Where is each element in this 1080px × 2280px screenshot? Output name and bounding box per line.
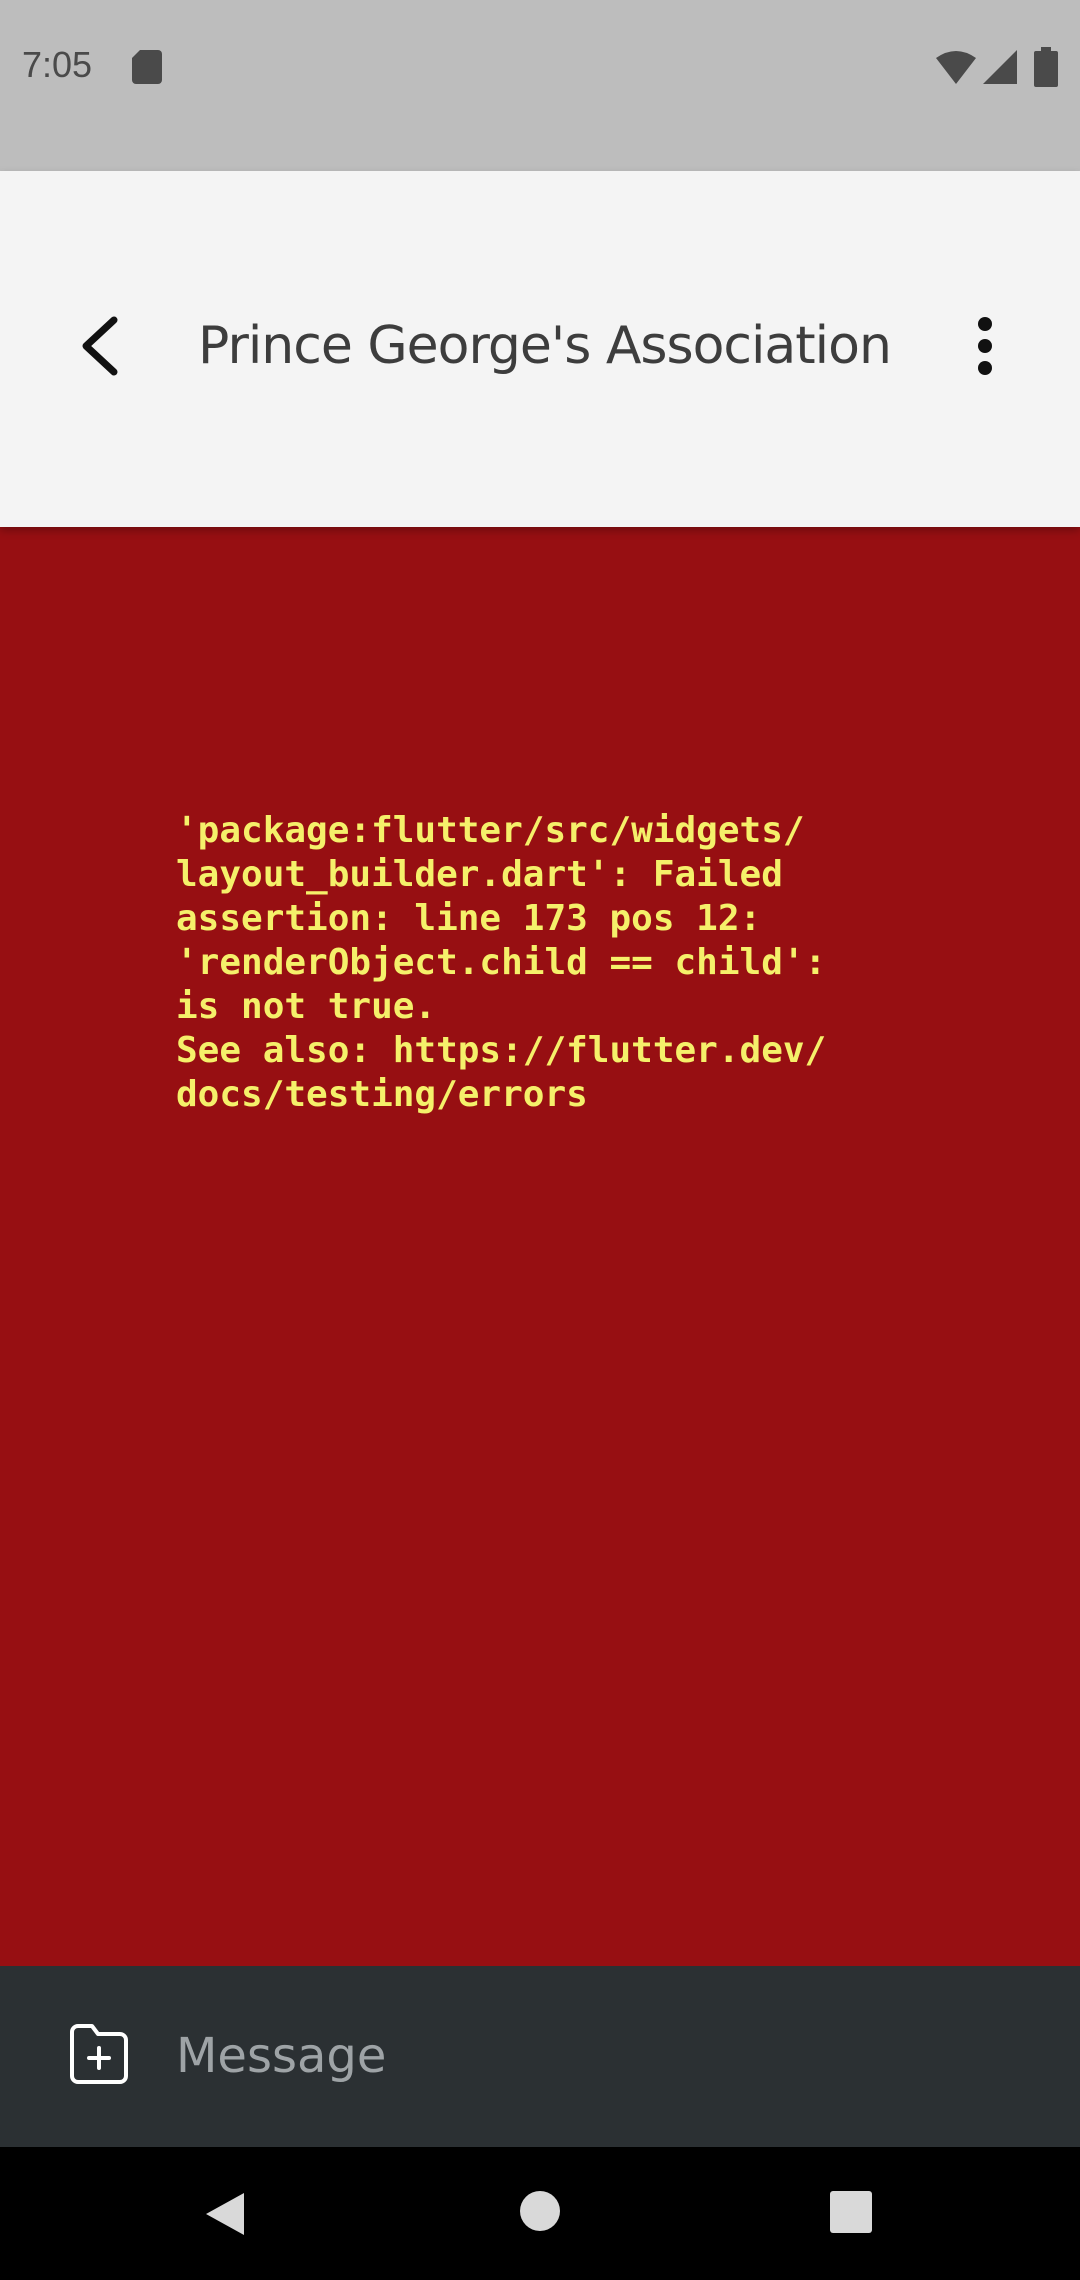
nav-recents-icon[interactable] <box>828 2189 874 2235</box>
system-nav-bar <box>0 2147 1080 2280</box>
back-button[interactable] <box>58 306 138 386</box>
add-file-icon[interactable] <box>64 2020 134 2090</box>
message-input[interactable] <box>176 2006 1036 2106</box>
error-screen: 'package:flutter/src/widgets/ layout_bui… <box>0 527 1080 1967</box>
more-vert-icon <box>978 317 992 375</box>
error-message: 'package:flutter/src/widgets/ layout_bui… <box>176 810 827 1115</box>
chevron-left-icon <box>82 316 118 376</box>
app-bar: Prince George's Association <box>0 171 1080 527</box>
nav-back-icon[interactable] <box>200 2189 250 2239</box>
signal-icon <box>983 50 1017 84</box>
status-time: 7:05 <box>22 44 93 85</box>
sd-card-icon <box>132 50 162 84</box>
nav-home-icon[interactable] <box>518 2189 562 2233</box>
status-bar: 7:05 <box>0 0 1080 171</box>
more-options-button[interactable] <box>950 306 1020 386</box>
page-title: Prince George's Association <box>198 316 892 376</box>
message-composer <box>0 1966 1080 2147</box>
battery-icon <box>1034 47 1058 87</box>
wifi-icon <box>936 51 976 84</box>
